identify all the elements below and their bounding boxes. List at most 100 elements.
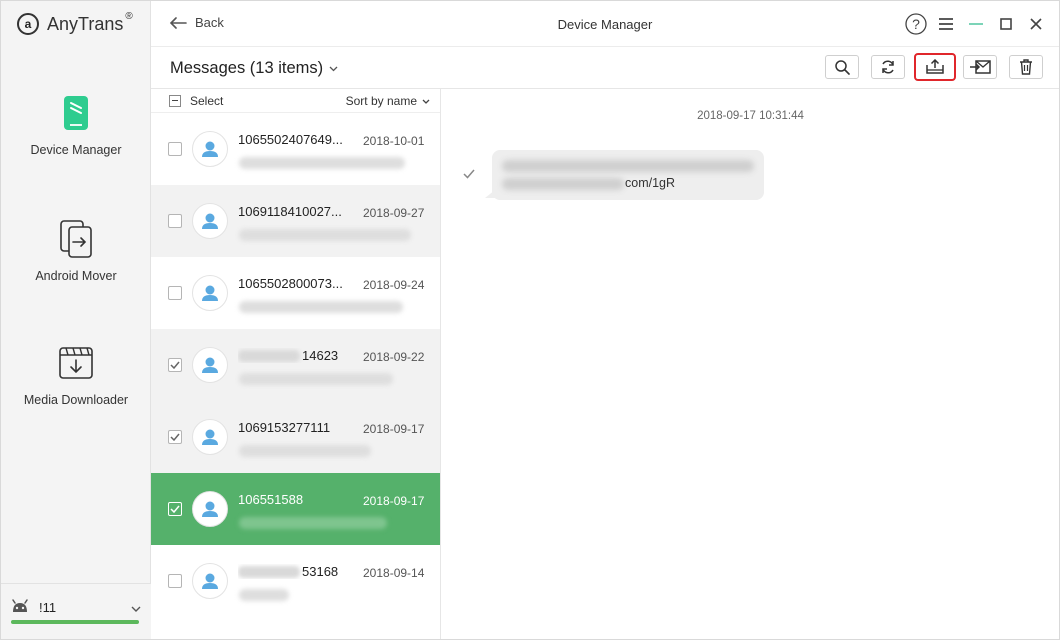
redacted-text: [502, 178, 624, 190]
contact-icon: [202, 285, 218, 301]
redacted-preview: [239, 157, 405, 169]
svg-text:?: ?: [912, 16, 920, 32]
message-date: 2018-10-01: [363, 134, 425, 148]
redacted-text: [238, 565, 300, 578]
list-item[interactable]: 1069118410027... 2018-09-27: [151, 185, 440, 257]
redacted-preview: [239, 301, 403, 313]
avatar: [192, 419, 228, 455]
check-icon: [170, 361, 180, 369]
delete-button[interactable]: [1009, 55, 1043, 79]
chevron-down-icon[interactable]: [131, 600, 141, 615]
menu-button[interactable]: [931, 11, 961, 37]
export-to-device-button[interactable]: [963, 55, 997, 79]
contact-icon: [202, 141, 218, 157]
export-to-pc-button[interactable]: [914, 53, 956, 81]
app-window: a AnyTrans ® Device Manager Android Move…: [0, 0, 1060, 640]
contact-text: 1065502407649...: [238, 132, 343, 147]
export-to-pc-icon: [926, 59, 944, 74]
sidebar: a AnyTrans ® Device Manager Android Move…: [1, 1, 151, 639]
row-checkbox[interactable]: [168, 358, 182, 372]
contact-text: 1065502800073...: [238, 276, 343, 291]
minimize-button[interactable]: [961, 11, 991, 37]
sidebar-item-android-mover[interactable]: Android Mover: [1, 217, 151, 283]
check-icon: [463, 169, 475, 179]
row-checkbox[interactable]: [168, 214, 182, 228]
list-item[interactable]: 1065502800073... 2018-09-24: [151, 257, 440, 329]
list-item[interactable]: 53168 2018-09-14: [151, 545, 440, 617]
toolbar: Messages (13 items): [151, 47, 1059, 89]
contact-name: 53168: [238, 564, 356, 579]
sidebar-item-media-downloader[interactable]: Media Downloader: [1, 341, 151, 407]
list-item[interactable]: 1065502407649... 2018-10-01: [151, 113, 440, 185]
message-date: 2018-09-27: [363, 206, 425, 220]
redacted-preview: [239, 445, 371, 457]
contact-name: 106551588: [238, 492, 356, 507]
row-checkbox[interactable]: [168, 502, 182, 516]
device-storage-bar: [11, 620, 139, 624]
list-item[interactable]: 1069153277111 2018-09-17: [151, 401, 440, 473]
phone-icon: [56, 91, 96, 135]
sidebar-item-label: Android Mover: [35, 269, 117, 283]
redacted-preview: [239, 517, 387, 529]
avatar: [192, 275, 228, 311]
category-dropdown[interactable]: Messages (13 items): [170, 59, 338, 78]
contact-name: 1065502800073...: [238, 276, 356, 291]
message-detail: 2018-09-17 10:31:44 com/1gR: [442, 89, 1059, 639]
contact-name: 1065502407649...: [238, 132, 356, 147]
check-icon: [170, 505, 180, 513]
device-selector[interactable]: !11: [1, 583, 151, 639]
contact-name: 14623: [238, 348, 356, 363]
arrow-left-icon: [169, 16, 187, 29]
avatar: [192, 131, 228, 167]
contact-name: 1069153277111: [238, 420, 356, 435]
contact-text: 1069118410027...: [238, 204, 342, 219]
avatar: [192, 563, 228, 599]
app-brand: AnyTrans: [47, 13, 124, 34]
help-button[interactable]: ?: [901, 11, 931, 37]
search-button[interactable]: [825, 55, 859, 79]
sidebar-item-label: Device Manager: [30, 143, 122, 157]
row-checkbox[interactable]: [168, 574, 182, 588]
avatar: [192, 203, 228, 239]
title-bar: Back Device Manager ?: [151, 1, 1059, 47]
redacted-text: [238, 349, 300, 362]
message-list: Select Sort by name 1065502407649... 201…: [151, 89, 441, 639]
search-icon: [835, 60, 850, 75]
contact-icon: [202, 429, 218, 445]
sort-dropdown[interactable]: Sort by name: [346, 94, 430, 108]
row-checkbox[interactable]: [168, 142, 182, 156]
hamburger-icon: [939, 18, 953, 30]
row-checkbox[interactable]: [168, 286, 182, 300]
contact-text: 106551588: [238, 492, 304, 507]
sidebar-item-device-manager[interactable]: Device Manager: [1, 91, 151, 157]
refresh-icon: [882, 60, 894, 74]
message-date: 2018-09-14: [363, 566, 425, 580]
select-all-checkbox[interactable]: [169, 94, 181, 107]
anytrans-logo-icon: a: [17, 13, 39, 35]
list-item[interactable]: 106551588 2018-09-17: [151, 473, 440, 545]
chevron-down-icon: [329, 66, 338, 71]
chevron-down-icon: [422, 99, 430, 104]
redacted-preview: [239, 229, 411, 241]
redacted-preview: [239, 373, 393, 385]
app-logo: a AnyTrans ®: [17, 10, 133, 35]
list-item[interactable]: 14623 2018-09-22: [151, 329, 440, 401]
minimize-icon: [969, 23, 983, 25]
section-title: Messages (13 items): [170, 59, 324, 77]
refresh-button[interactable]: [871, 55, 905, 79]
registered-mark: ®: [125, 10, 133, 22]
sort-label: Sort by name: [345, 94, 417, 108]
back-button[interactable]: Back: [169, 15, 224, 30]
maximize-button[interactable]: [991, 11, 1021, 37]
sidebar-item-label: Media Downloader: [23, 393, 129, 407]
list-header: Select Sort by name: [151, 89, 440, 113]
close-button[interactable]: [1021, 11, 1051, 37]
trash-icon: [1020, 59, 1032, 75]
help-icon: ?: [905, 13, 927, 35]
message-text: com/1gR: [625, 176, 676, 190]
row-checkbox[interactable]: [168, 430, 182, 444]
contact-icon: [202, 357, 218, 373]
message-timestamp: 2018-09-17 10:31:44: [697, 110, 804, 122]
close-icon: [1030, 18, 1042, 30]
message-checkbox[interactable]: [462, 167, 476, 181]
